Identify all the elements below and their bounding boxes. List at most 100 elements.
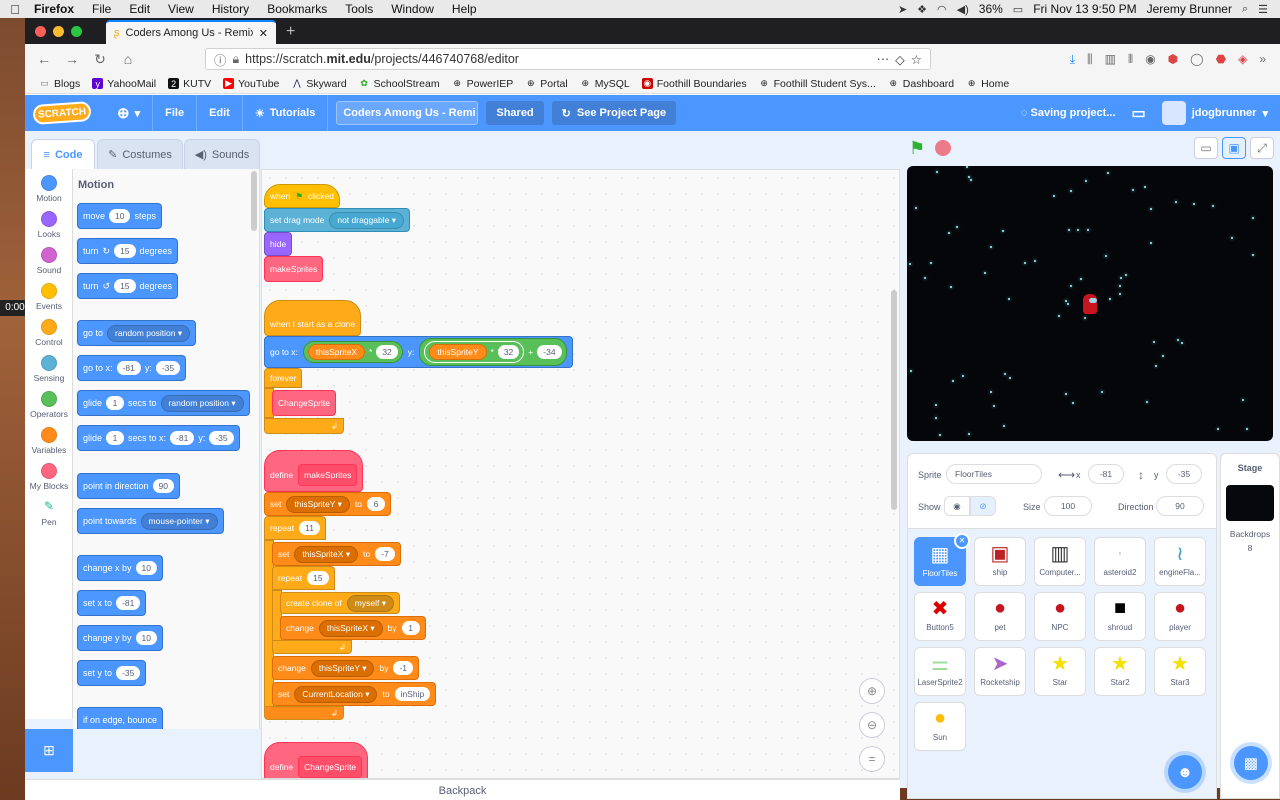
add-sprite-button[interactable]: ☻ xyxy=(1168,755,1202,789)
extension-icon-2[interactable]: ◉ xyxy=(1145,52,1155,66)
bookmark-dashboard[interactable]: ⊕ Dashboard xyxy=(888,78,955,90)
zoom-in-button[interactable]: ⊕ xyxy=(859,678,885,704)
sprite-tile-shroud[interactable]: ■ shroud xyxy=(1094,592,1146,641)
bookmark-schoolstream[interactable]: ✿ SchoolStream xyxy=(359,78,439,90)
shared-button[interactable]: Shared xyxy=(486,101,544,125)
sprite-tile-lasersprite2[interactable]: ⚌ LaserSprite2 xyxy=(914,647,966,696)
sprite-tile-asteroid2[interactable]: · asteroid2 xyxy=(1094,537,1146,586)
player-sprite[interactable] xyxy=(1083,294,1097,314)
block-call-makesprites[interactable]: makeSprites xyxy=(264,256,324,282)
more-icon[interactable]: ··· xyxy=(877,52,890,66)
block-turn-right[interactable]: turn ↻ 15 degrees xyxy=(77,238,179,264)
sprite-tile-player[interactable]: ● player xyxy=(1154,592,1206,641)
category-motion[interactable]: Motion xyxy=(25,175,73,203)
tab-costumes[interactable]: ✎ Costumes xyxy=(97,139,183,169)
green-flag-icon[interactable]: ⚑ xyxy=(909,138,925,159)
menu-view[interactable]: View xyxy=(159,2,203,16)
apple-icon[interactable]:  xyxy=(0,2,30,17)
category-my-blocks[interactable]: My Blocks xyxy=(25,463,73,491)
menu-file[interactable]: File xyxy=(83,2,120,16)
tab-sounds[interactable]: ◀) Sounds xyxy=(184,139,260,169)
overflow-menu-icon[interactable]: » xyxy=(1259,52,1266,66)
block-repeat-outer[interactable]: repeat 11 xyxy=(264,516,326,540)
location-icon[interactable]: ➤ xyxy=(898,3,907,16)
category-looks[interactable]: Looks xyxy=(25,211,73,239)
direction-input[interactable]: 90 xyxy=(1156,496,1204,516)
show-hidden-button[interactable]: ⊘ xyxy=(970,496,996,516)
wifi-icon[interactable]: ◠ xyxy=(937,3,947,16)
add-extension-button[interactable]: ⊞ xyxy=(25,729,73,772)
bookmark-portal[interactable]: ⊕ Portal xyxy=(525,78,568,90)
menu-window[interactable]: Window xyxy=(382,2,443,16)
x-input[interactable]: -81 xyxy=(1088,464,1124,484)
menu-list-icon[interactable]: ☰ xyxy=(1258,3,1268,16)
bookmark-foothill-student[interactable]: ⊕ Foothill Student Sys... xyxy=(759,78,875,90)
edit-menu[interactable]: Edit xyxy=(197,95,243,131)
scratch-logo[interactable]: SCRATCH xyxy=(32,101,92,125)
category-sound[interactable]: Sound xyxy=(25,247,73,275)
menu-help[interactable]: Help xyxy=(443,2,486,16)
bookmark-home[interactable]: ⊕ Home xyxy=(966,78,1009,90)
script-area[interactable]: when ⚑ clicked set drag mode not draggable … xyxy=(261,169,900,779)
sprite-tile-ship[interactable]: ▣ ship xyxy=(974,537,1026,586)
sprite-tile-npc[interactable]: ● NPC xyxy=(1034,592,1086,641)
bookmark-kutv[interactable]: 2 KUTV xyxy=(168,78,211,90)
url-bar[interactable]: ⓘ 🔒︎ https://scratch.mit.edu/projects/44… xyxy=(205,48,931,70)
block-glide-xy[interactable]: glide 1 secs to x: -81 y: -35 xyxy=(77,425,240,451)
block-set-x[interactable]: set x to -81 xyxy=(77,590,147,616)
home-button[interactable]: ⌂ xyxy=(117,48,139,70)
menu-edit[interactable]: Edit xyxy=(120,2,159,16)
bookmark-star-icon[interactable]: ☆ xyxy=(911,52,922,67)
close-tab-icon[interactable]: ✕ xyxy=(259,27,268,40)
category-sensing[interactable]: Sensing xyxy=(25,355,73,383)
block-bounce[interactable]: if on edge, bounce xyxy=(77,707,164,729)
sprite-tile-rocketship[interactable]: ➤ Rocketship xyxy=(974,647,1026,696)
block-when-clone-starts[interactable]: when I start as a clone xyxy=(264,300,362,336)
close-window-button[interactable] xyxy=(35,25,46,37)
block-point-towards[interactable]: point towards mouse-pointer ▾ xyxy=(77,508,224,534)
extension-icon-3[interactable]: ⬢ xyxy=(1168,52,1178,66)
block-forever[interactable]: forever xyxy=(264,368,303,388)
block-call-changesprite[interactable]: ChangeSprite xyxy=(272,390,336,416)
sprite-tile-pet[interactable]: ● pet xyxy=(974,592,1026,641)
category-operators[interactable]: Operators xyxy=(25,391,73,419)
tutorials-button[interactable]: ☀ Tutorials xyxy=(243,95,329,131)
reload-button[interactable]: ↻ xyxy=(89,48,111,70)
battery-icon[interactable]: ▭ xyxy=(1013,3,1023,16)
extension-icon[interactable]: ⦀ xyxy=(1128,52,1133,67)
category-pen[interactable]: ✎ Pen xyxy=(25,499,73,527)
block-move-steps[interactable]: move 10 steps xyxy=(77,203,162,229)
see-project-page-button[interactable]: ↻ See Project Page xyxy=(551,101,677,125)
new-tab-button[interactable]: + xyxy=(276,20,305,44)
block-when-flag-clicked[interactable]: when ⚑ clicked xyxy=(264,184,340,208)
block-set-y[interactable]: set y to -35 xyxy=(77,660,147,686)
bookmark-foothill-boundaries[interactable]: ◉ Foothill Boundaries xyxy=(641,78,747,90)
minimize-window-button[interactable] xyxy=(53,25,64,37)
block-repeat-inner[interactable]: repeat 15 xyxy=(272,566,335,590)
bookmark-skyward[interactable]: ⋀ Skyward xyxy=(291,78,346,90)
category-events[interactable]: Events xyxy=(25,283,73,311)
normal-stage-button[interactable]: ▣ xyxy=(1222,137,1246,159)
block-create-clone[interactable]: create clone of myself ▾ xyxy=(280,592,400,614)
browser-tab[interactable]: ʂ Coders Among Us - Remix This ✕ xyxy=(106,20,276,44)
block-glide-random[interactable]: glide 1 secs to random position ▾ xyxy=(77,390,250,416)
battery-percent[interactable]: 36% xyxy=(979,2,1003,16)
block-change-thisspritex[interactable]: change thisSpriteX ▾ by 1 xyxy=(280,616,426,640)
bookmark-poweriep[interactable]: ⊕ PowerIEP xyxy=(452,78,513,90)
account-menu[interactable]: jdogbrunner ▾ xyxy=(1161,101,1268,125)
stage-canvas[interactable] xyxy=(907,166,1273,441)
block-change-thisspritey[interactable]: change thisSpriteY ▾ by -1 xyxy=(272,656,420,680)
menu-bookmarks[interactable]: Bookmarks xyxy=(258,2,336,16)
sprite-tile-computer[interactable]: ▥ Computer... xyxy=(1034,537,1086,586)
account-icon[interactable]: ◯ xyxy=(1190,52,1203,66)
block-turn-left[interactable]: turn ↺ 15 degrees xyxy=(77,273,179,299)
sprite-tile-star3[interactable]: ★ Star3 xyxy=(1154,647,1206,696)
fullscreen-button[interactable]: ⤢ xyxy=(1250,137,1274,159)
size-input[interactable]: 100 xyxy=(1044,496,1092,516)
sidebar-icon[interactable]: ▥ xyxy=(1105,52,1116,66)
block-set-drag-mode[interactable]: set drag mode not draggable ▾ xyxy=(264,208,410,232)
backpack[interactable]: Backpack xyxy=(25,779,900,800)
block-set-thisspritey[interactable]: set thisSpriteY ▾ to 6 xyxy=(264,492,392,516)
tab-code[interactable]: ≡ Code xyxy=(31,139,95,170)
volume-icon[interactable]: ◀) xyxy=(957,3,969,16)
